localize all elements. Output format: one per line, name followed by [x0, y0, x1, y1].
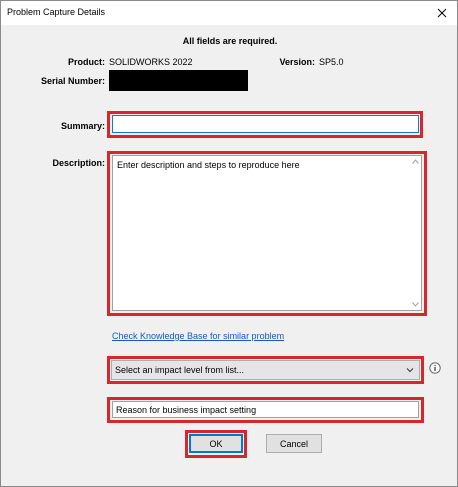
serial-number-label: Serial Number:: [40, 76, 105, 86]
required-note: All fields are required.: [182, 36, 278, 46]
description-placeholder: Enter description and steps to reproduce…: [117, 160, 300, 170]
version-value: SP5.0: [319, 57, 344, 67]
window-title: Problem Capture Details: [7, 7, 106, 17]
chevron-down-icon: [406, 368, 414, 373]
description-textarea[interactable]: Enter description and steps to reproduce…: [112, 155, 422, 311]
scroll-down-icon[interactable]: [411, 300, 420, 309]
ok-button[interactable]: OK: [189, 434, 243, 453]
version-label: Version:: [279, 57, 315, 67]
scroll-up-icon[interactable]: [411, 157, 420, 166]
description-scrollbar[interactable]: [410, 156, 421, 310]
impact-level-value: Select an impact level from list...: [115, 365, 245, 375]
problem-capture-dialog: Problem Capture Details All fields are r…: [0, 0, 458, 487]
impact-level-select[interactable]: Select an impact level from list...: [111, 360, 420, 380]
cancel-button[interactable]: Cancel: [266, 434, 322, 453]
summary-input[interactable]: [112, 115, 419, 133]
info-icon[interactable]: [429, 362, 441, 374]
description-label: Description:: [52, 158, 105, 168]
close-icon: [437, 8, 447, 18]
product-value: SOLIDWORKS 2022: [109, 57, 193, 67]
close-button[interactable]: [433, 4, 451, 22]
serial-number-redaction: [109, 70, 248, 91]
summary-label: Summary:: [60, 121, 105, 131]
product-label: Product:: [68, 57, 105, 67]
business-impact-reason-input[interactable]: [112, 401, 419, 418]
title-bar: Problem Capture Details: [1, 1, 457, 25]
knowledge-base-link[interactable]: Check Knowledge Base for similar problem: [112, 331, 284, 341]
